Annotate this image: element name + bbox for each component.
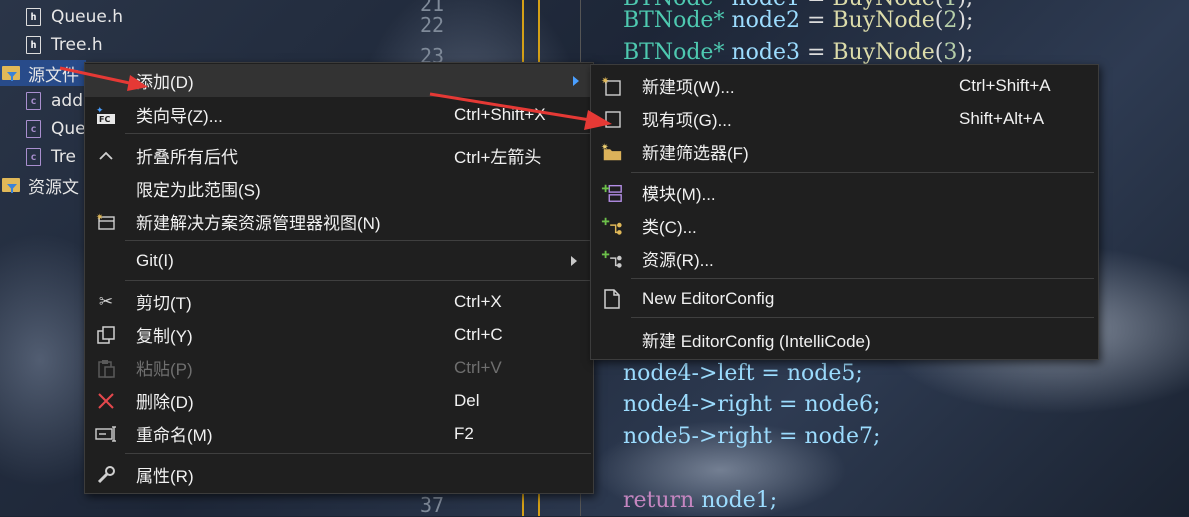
menu-separator	[631, 278, 1094, 279]
existing-item-icon	[601, 108, 623, 130]
code-line: BTNode* node2 = BuyNode(2);	[623, 8, 974, 33]
rename-icon	[95, 423, 117, 445]
add-resource-icon	[601, 248, 623, 270]
menu-item-add[interactable]: 添加(D)	[85, 64, 593, 97]
cpp-file-icon: c	[26, 120, 41, 138]
tree-item-tree-h[interactable]: h Tree.h	[26, 32, 103, 58]
tree-item-queue-h[interactable]: h Queue.h	[26, 4, 123, 30]
menu-item-collapse-all[interactable]: 折叠所有后代 Ctrl+左箭头	[85, 139, 593, 172]
submenu-item-new-editorconfig[interactable]: New EditorConfig	[591, 282, 1098, 315]
menu-item-class-wizard[interactable]: ✦ FC 类向导(Z)... Ctrl+Shift+X	[85, 98, 593, 131]
cpp-file-icon: c	[26, 92, 41, 110]
code-line: node4->right = node6;	[623, 392, 881, 417]
menu-separator	[125, 453, 591, 454]
copy-icon	[95, 324, 117, 346]
submenu-item-module[interactable]: 模块(M)...	[591, 176, 1098, 209]
header-file-icon: h	[26, 8, 41, 26]
submenu-item-resource[interactable]: 资源(R)...	[591, 242, 1098, 275]
tree-item-source[interactable]: c Tre	[26, 144, 76, 170]
menu-separator	[631, 317, 1094, 318]
code-line: return node1;	[623, 488, 778, 513]
wrench-icon	[95, 464, 117, 486]
menu-item-properties[interactable]: 属性(R)	[85, 458, 593, 491]
menu-item-cut[interactable]: ✂ 剪切(T) Ctrl+X	[85, 285, 593, 318]
menu-separator	[125, 133, 591, 134]
menu-item-rename[interactable]: 重命名(M) F2	[85, 417, 593, 450]
add-class-icon	[601, 215, 623, 237]
submenu-item-existing-item[interactable]: 现有项(G)... Shift+Alt+A	[591, 102, 1098, 135]
svg-text:✷: ✷	[601, 142, 609, 153]
module-icon	[601, 182, 623, 204]
submenu-arrow-icon	[573, 75, 579, 86]
line-number: 22	[420, 13, 445, 37]
menu-item-delete[interactable]: 删除(D) Del	[85, 384, 593, 417]
class-wizard-icon: ✦ FC	[95, 104, 117, 126]
line-number: 37	[420, 493, 445, 517]
context-menu: 添加(D) ✦ FC 类向导(Z)... Ctrl+Shift+X 折叠所有后代 …	[84, 62, 594, 494]
cpp-file-icon: c	[26, 148, 41, 166]
code-line: BTNode* node3 = BuyNode(3);	[623, 40, 974, 65]
tree-item-source[interactable]: c Que	[26, 116, 86, 142]
filter-folder-icon	[2, 66, 20, 80]
submenu-item-class[interactable]: 类(C)...	[591, 209, 1098, 242]
menu-separator	[631, 172, 1094, 173]
menu-separator	[125, 240, 591, 241]
delete-x-icon	[95, 390, 117, 412]
add-submenu: ✷ 新建项(W)... Ctrl+Shift+A 现有项(G)... Shift…	[590, 64, 1099, 360]
new-folder-icon: ✷	[601, 141, 623, 163]
code-line: node4->left = node5;	[623, 361, 863, 386]
svg-text:✷: ✷	[601, 76, 609, 87]
new-window-icon: ✷	[95, 211, 117, 233]
menu-item-new-explorer-view[interactable]: ✷ 新建解决方案资源管理器视图(N)	[85, 205, 593, 238]
menu-item-paste[interactable]: 粘贴(P) Ctrl+V	[85, 351, 593, 384]
document-icon	[601, 288, 623, 310]
svg-text:✷: ✷	[96, 213, 104, 223]
menu-separator	[125, 280, 591, 281]
submenu-arrow-icon	[571, 255, 577, 266]
scissors-icon: ✂	[98, 291, 114, 311]
header-file-icon: h	[26, 36, 41, 54]
code-line: node5->right = node7;	[623, 424, 881, 449]
new-item-icon: ✷	[601, 75, 623, 97]
clipboard-icon	[95, 357, 117, 379]
submenu-item-editorconfig-intellicode[interactable]: 新建 EditorConfig (IntelliCode)	[591, 323, 1098, 356]
svg-text:FC: FC	[99, 115, 110, 124]
submenu-item-new-filter[interactable]: ✷ 新建筛选器(F)	[591, 135, 1098, 168]
menu-item-scope-to-this[interactable]: 限定为此范围(S)	[85, 172, 593, 205]
chevron-up-icon	[95, 145, 117, 167]
tree-item-source-files[interactable]: 源文件	[0, 60, 86, 86]
menu-item-copy[interactable]: 复制(Y) Ctrl+C	[85, 318, 593, 351]
tree-item-resource-files[interactable]: 资源文	[0, 172, 79, 198]
submenu-item-new-item[interactable]: ✷ 新建项(W)... Ctrl+Shift+A	[591, 69, 1098, 102]
filter-folder-icon	[2, 178, 20, 192]
tree-item-source[interactable]: c add	[26, 88, 83, 114]
menu-item-git[interactable]: Git(I)	[85, 244, 593, 277]
